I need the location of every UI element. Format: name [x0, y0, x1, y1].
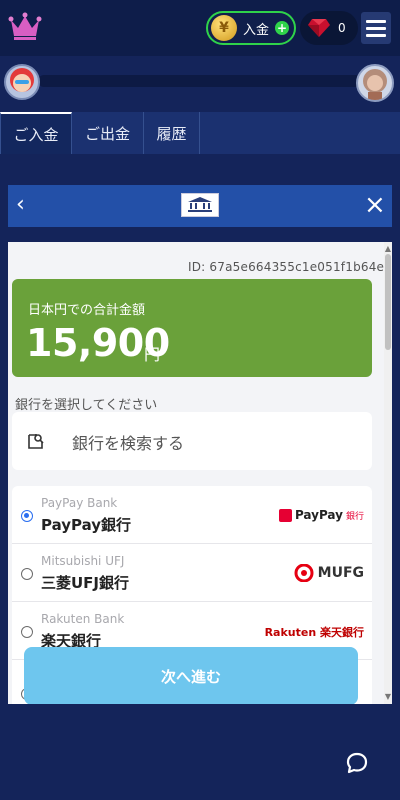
- gem-count: 0: [338, 21, 346, 35]
- tab-history[interactable]: 履歴: [144, 112, 200, 154]
- select-bank-label: 銀行を選択してください: [15, 398, 158, 413]
- bank-search-input[interactable]: 銀行を検索する: [12, 412, 372, 470]
- total-amount-card: 日本円での合計金額 15,900 円: [12, 279, 372, 377]
- chat-button[interactable]: [338, 744, 376, 782]
- avatar-face-icon: [10, 68, 34, 92]
- payment-tabs: ご入金 ご出金 履歴: [0, 112, 400, 154]
- avatar-face-icon: [363, 69, 387, 100]
- mufg-mark-icon: [294, 564, 314, 582]
- current-level-avatar[interactable]: [4, 64, 40, 100]
- bank-name-en: Rakuten Bank: [41, 612, 125, 626]
- level-progress-bar: [38, 75, 364, 87]
- mufg-logo: MUFG: [293, 564, 364, 582]
- scroll-thumb[interactable]: [385, 254, 391, 350]
- paypay-mark-icon: [278, 508, 292, 522]
- search-icon: [28, 434, 44, 449]
- close-icon[interactable]: ×: [364, 191, 386, 219]
- next-level-avatar[interactable]: [356, 64, 394, 102]
- scroll-up-arrow-icon[interactable]: ▲: [384, 244, 392, 253]
- bank-name-jp: 三菱UFJ銀行: [41, 574, 130, 592]
- next-step-button[interactable]: 次へ進む: [24, 647, 358, 704]
- payment-panel-body: ID: 67a5e664355c1e051f1b64e8 日本円での合計金額 1…: [8, 242, 392, 704]
- plus-icon: +: [275, 21, 290, 35]
- paypay-logo: PayPay 銀行: [278, 508, 364, 522]
- hamburger-menu-icon[interactable]: [361, 12, 391, 44]
- total-amount-unit: 円: [144, 345, 161, 364]
- gem-balance[interactable]: 0: [300, 11, 358, 45]
- bank-option-mufg[interactable]: Mitsubishi UFJ 三菱UFJ銀行 MUFG: [12, 544, 372, 602]
- back-chevron-icon[interactable]: ‹: [16, 193, 25, 217]
- payment-panel-header: ‹ ×: [8, 185, 392, 227]
- level-progress-row: [0, 60, 400, 106]
- total-amount-label: 日本円での合計金額: [28, 303, 146, 318]
- bank-radio[interactable]: [21, 626, 33, 638]
- bank-name-jp: PayPay銀行: [41, 516, 132, 534]
- top-bar: ¥ 入金 + 0: [0, 0, 400, 56]
- bank-name-en: PayPay Bank: [41, 496, 118, 510]
- tab-withdraw[interactable]: ご出金: [72, 112, 144, 154]
- transaction-id: ID: 67a5e664355c1e051f1b64e8: [188, 260, 392, 274]
- scroll-down-arrow-icon[interactable]: ▼: [384, 692, 392, 701]
- bank-building-icon: [188, 197, 212, 212]
- rakuten-logo: Rakuten 楽天銀行: [264, 626, 364, 639]
- crown-logo-icon[interactable]: [8, 12, 42, 42]
- bank-transfer-logo: [181, 193, 219, 217]
- bank-radio[interactable]: [21, 568, 33, 580]
- bank-option-paypay[interactable]: PayPay Bank PayPay銀行 PayPay 銀行: [12, 486, 372, 544]
- coin-icon: ¥: [211, 15, 237, 41]
- panel-scrollbar[interactable]: ▲ ▼: [384, 242, 392, 704]
- deposit-label: 入金: [243, 22, 270, 38]
- bank-radio[interactable]: [21, 510, 33, 522]
- tab-deposit[interactable]: ご入金: [0, 112, 72, 154]
- deposit-button[interactable]: ¥ 入金 +: [206, 11, 296, 45]
- ruby-gem-icon: [308, 19, 330, 37]
- bank-search-placeholder: 銀行を検索する: [72, 434, 185, 453]
- bank-name-en: Mitsubishi UFJ: [41, 554, 125, 568]
- chat-bubble-icon: [346, 752, 368, 774]
